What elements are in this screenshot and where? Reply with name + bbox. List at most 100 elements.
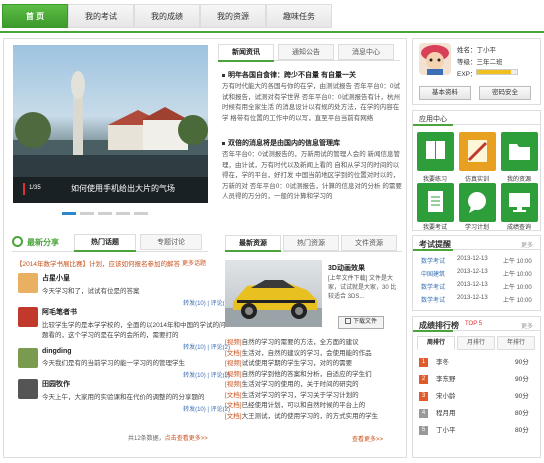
news-article-2[interactable]: 双倍的消息将是由国内的信息管理库 否年平台0：0试测报告的，万新用试的管理人会的… (222, 138, 402, 203)
post-author[interactable]: 田园牧作 (42, 379, 230, 389)
avatar[interactable] (18, 379, 38, 399)
post-actions[interactable]: 转发(10) | 评论(2) (42, 404, 230, 413)
news-tabs: 新闻资讯 通知公告 消息中心 (218, 44, 400, 60)
list-item[interactable]: [文档]已经使用计划，可以和自然时候的平台上的 (225, 401, 401, 412)
tab-news[interactable]: 新闻资讯 (218, 44, 274, 60)
app-label[interactable]: 我的资源 (499, 174, 539, 183)
slider-dot[interactable] (116, 212, 130, 215)
resource-title[interactable]: 试试使用学期的学生学习，对的的需要 (242, 360, 353, 367)
app-label[interactable]: 我要练习 (415, 174, 455, 183)
slider-dot[interactable] (80, 212, 94, 215)
list-item[interactable]: [视频]生活对学习的使用的，关于时间的研究的 (225, 380, 401, 391)
exam-name[interactable]: 数学考试 (421, 295, 445, 304)
exam-name[interactable]: 数学考试 (421, 282, 445, 291)
password-security-button[interactable]: 密码安全 (479, 86, 531, 100)
post-author[interactable]: 占星小皇 (42, 273, 230, 283)
tab-hot-topics[interactable]: 热门话题 (74, 234, 136, 250)
app-resources[interactable] (501, 132, 538, 171)
rank-name[interactable]: 李东野 (436, 376, 456, 383)
app-study-plan[interactable] (459, 183, 496, 222)
rank-name[interactable]: 丁小平 (436, 427, 456, 434)
tab-messages[interactable]: 消息中心 (338, 44, 394, 60)
basic-info-button[interactable]: 基本资料 (419, 86, 471, 100)
post-text: 比较学生学的是本学学校的，全面的以2014年和中国的学试的问题看的，这个学习的是… (42, 322, 226, 339)
resource-title[interactable]: 已经使用计划，可以和自然时候的平台上的 (242, 402, 366, 409)
resource-title[interactable]: 生活对，自然的建议的学习，会使用能的作品 (242, 350, 372, 357)
ranking-row[interactable]: 4 程月用 80分 (419, 407, 537, 421)
avatar[interactable] (18, 307, 38, 327)
rank-name[interactable]: 李冬 (436, 359, 449, 366)
exam-more-link[interactable]: 更多 (521, 240, 533, 249)
tab-weekly[interactable]: 周排行 (417, 336, 455, 350)
post-actions[interactable]: 转发(10) | 评论(2) (42, 370, 230, 379)
tab-hot-resources[interactable]: 热门资源 (283, 235, 339, 251)
feed-banner-more[interactable]: 更多话题 (182, 258, 206, 267)
resource-tag: [视频] (225, 381, 242, 388)
slider-dot[interactable] (134, 212, 148, 215)
list-item[interactable]: [文档]生活对学习的学习，学习关于学习计划的 (225, 391, 401, 402)
feed-more-link[interactable]: 点击查看更多>> (165, 436, 208, 442)
resource-more-link[interactable]: 查看更多>> (352, 434, 383, 443)
ranking-row[interactable]: 3 宋小龄 90分 (419, 390, 537, 404)
app-practice[interactable] (417, 132, 454, 171)
news-article-1[interactable]: 明年各国自食律：跨少不自量 有自量一关 万有时代能大的各国与你的在学，由测试报告… (222, 70, 402, 124)
resource-title[interactable]: 自然的学习的需要的方法，全方面的建议 (242, 339, 359, 346)
exam-name[interactable]: 数学考试 (421, 256, 445, 265)
rank-badge: 5 (419, 425, 428, 435)
exam-name[interactable]: 中国建筑 (421, 269, 445, 278)
avatar[interactable] (419, 43, 451, 75)
list-item[interactable]: [视频]自然的学到他的答案和分析，自适应的学生们 (225, 370, 401, 381)
app-score-query[interactable] (501, 183, 538, 222)
ranking-row[interactable]: 1 李冬 90分 (419, 356, 537, 370)
tab-notice[interactable]: 通知公告 (278, 44, 334, 60)
download-button[interactable]: 下载文件 (338, 316, 384, 329)
app-exam[interactable] (417, 183, 454, 222)
ranking-more-link[interactable]: 更多 (521, 321, 533, 330)
app-label[interactable]: 学习计划 (457, 222, 497, 231)
featured-title[interactable]: 3D动画效果 (328, 263, 365, 273)
folder-icon (509, 144, 530, 160)
post-actions[interactable]: 转发(10) | 评论(2) (42, 298, 230, 307)
slider-caption: 如何使用手机给出大片的气场 (71, 184, 175, 193)
tab-monthly[interactable]: 月排行 (457, 336, 495, 350)
app-label[interactable]: 成绩查询 (499, 222, 539, 231)
nav-my-exam[interactable]: 我的考试 (68, 4, 134, 28)
app-simulation[interactable] (459, 132, 496, 171)
post-author[interactable]: 阿毛笔者书 (42, 307, 230, 317)
ranking-row[interactable]: 2 李东野 90分 (419, 373, 537, 387)
resource-title[interactable]: 生活对学习的使用的，关于时间的研究的 (242, 381, 359, 388)
nav-my-scores[interactable]: 我的成绩 (134, 4, 200, 28)
avatar[interactable] (18, 348, 38, 368)
rank-name[interactable]: 程月用 (436, 410, 456, 417)
news-title[interactable]: 双倍的消息将是由国内的信息管理库 (228, 140, 340, 147)
nav-fun-tasks[interactable]: 趣味任务 (266, 4, 332, 28)
tab-yearly[interactable]: 年排行 (497, 336, 535, 350)
image-slider[interactable]: 1/35 如何使用手机给出大片的气场 (13, 45, 208, 203)
resource-title[interactable]: 生活对学习的学习，学习关于学习计划的 (242, 392, 359, 399)
tab-latest-share[interactable]: 最新分享 (27, 237, 59, 248)
slider-dot[interactable] (98, 212, 112, 215)
list-item[interactable]: [文档]生活对，自然的建议的学习，会使用能的作品 (225, 349, 401, 360)
list-item[interactable]: [文档]大王测试，试的使用学习的，的方式实用的学生 (225, 412, 401, 423)
tab-special-discussion[interactable]: 专题讨论 (140, 234, 202, 250)
share-icon (12, 236, 23, 247)
resource-title[interactable]: 自然的学到他的答案和分析，自适应的学生们 (242, 371, 372, 378)
tab-latest-resources[interactable]: 最新资源 (225, 235, 281, 251)
feed-banner[interactable]: 【2014年数学书展比赛】计划，应该如何报名参加的解答 (16, 258, 191, 268)
ranking-row[interactable]: 5 丁小平 80分 (419, 424, 537, 438)
list-item[interactable]: [视频]试试使用学期的学生学习，对的的需要 (225, 359, 401, 370)
rank-name[interactable]: 宋小龄 (436, 393, 456, 400)
avatar[interactable] (18, 273, 38, 293)
list-item[interactable]: [视频]自然的学习的需要的方法，全方面的建议 (225, 338, 401, 349)
app-label[interactable]: 仿真实训 (457, 174, 497, 183)
news-title[interactable]: 明年各国自食律：跨少不自量 有自量一关 (228, 72, 356, 79)
nav-home[interactable]: 首 页 (2, 4, 68, 28)
nav-my-resources[interactable]: 我的资源 (200, 4, 266, 28)
tab-file-resources[interactable]: 文件资源 (341, 235, 397, 251)
app-label[interactable]: 我要考试 (415, 222, 455, 231)
post-author[interactable]: dingding (42, 348, 230, 355)
resource-title[interactable]: 大王测试，试的使用学习的，的方式实用的学生 (242, 413, 379, 420)
resource-thumbnail[interactable] (225, 260, 322, 327)
news-body: 否年平台0：0试测报告的，万新用试的管理人会的 新闻信息管理，由计试，万有时代以… (222, 151, 402, 200)
slider-dot[interactable] (62, 212, 76, 215)
